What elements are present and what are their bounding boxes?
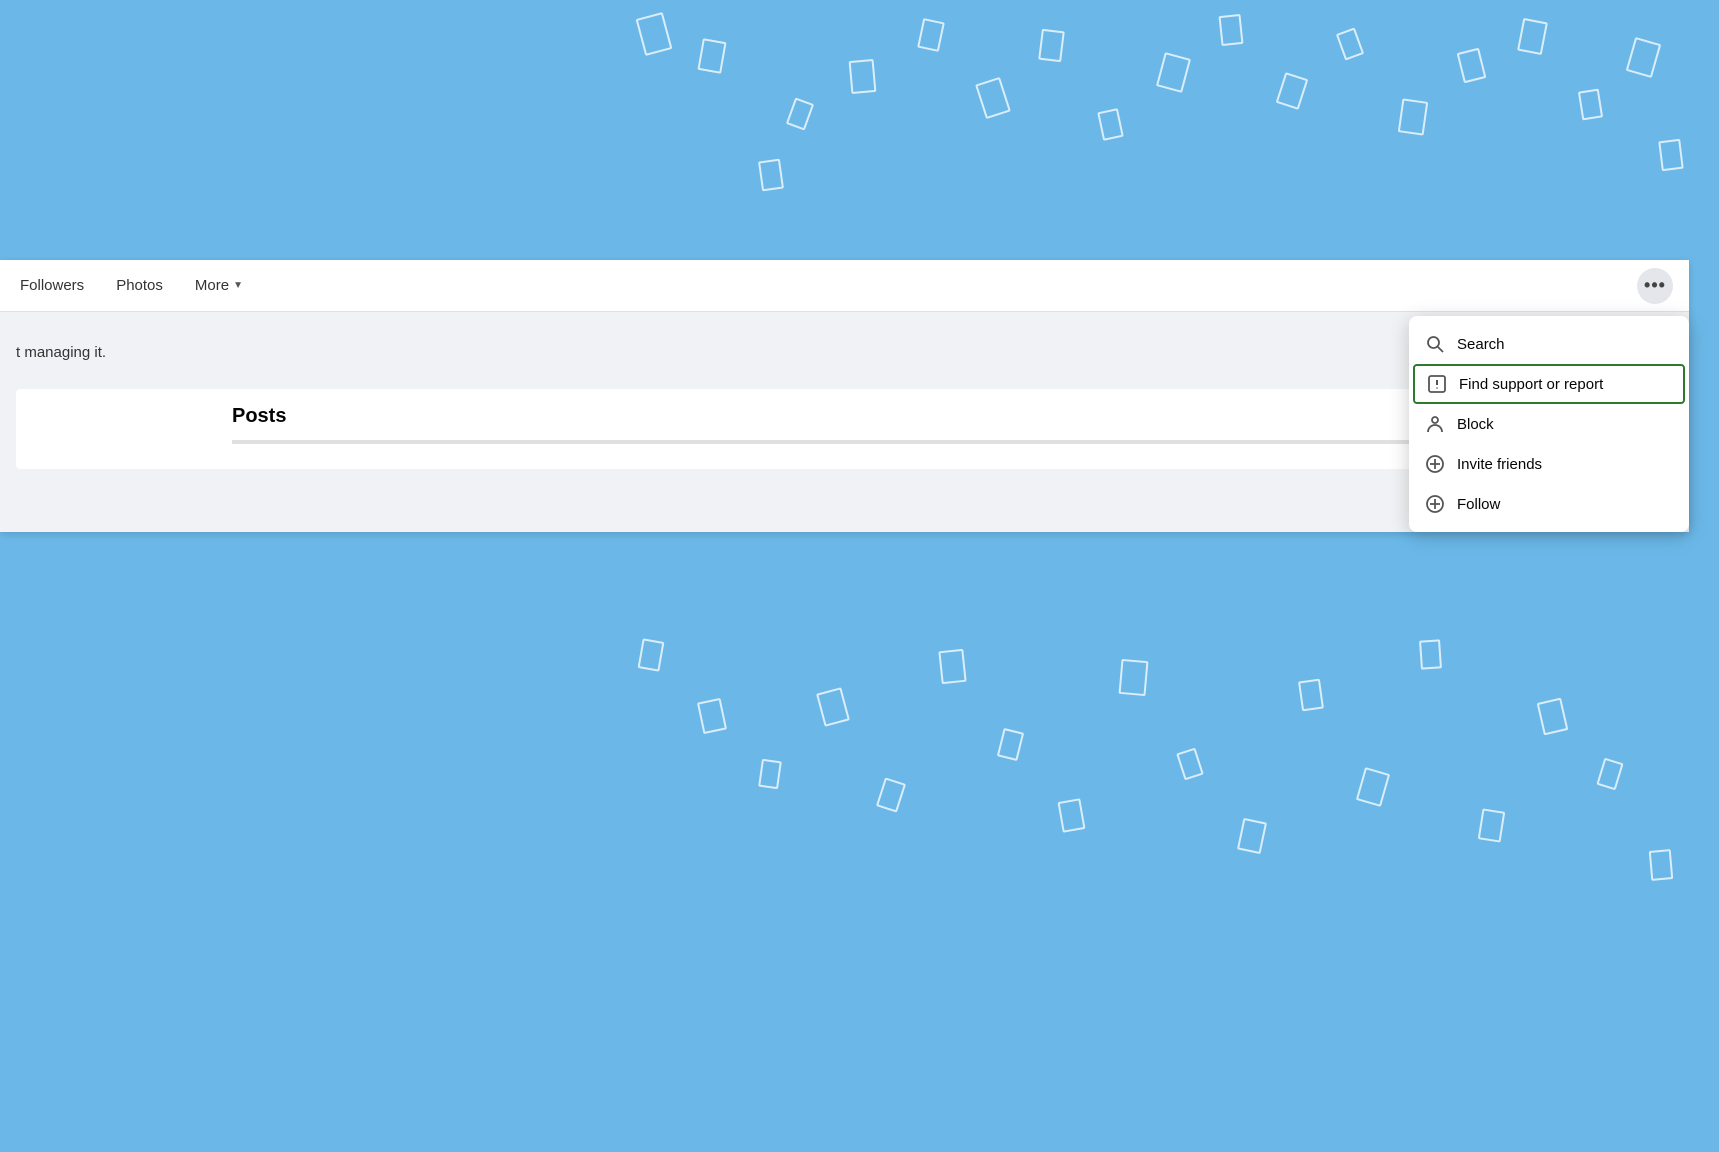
invite-icon xyxy=(1425,454,1445,474)
floating-rect xyxy=(1419,639,1442,669)
posts-sidebar xyxy=(16,389,216,469)
floating-rect xyxy=(1057,798,1085,833)
floating-rect xyxy=(1517,18,1548,55)
dropdown-item-block[interactable]: Block xyxy=(1409,404,1689,444)
floating-rect xyxy=(975,77,1011,119)
floating-rect xyxy=(849,59,877,94)
floating-rect xyxy=(1119,659,1149,696)
floating-rect xyxy=(938,649,966,684)
nav-item-more[interactable]: More ▼ xyxy=(191,260,247,312)
floating-rect xyxy=(1298,679,1324,712)
floating-rect xyxy=(1658,139,1683,171)
floating-rect xyxy=(1649,849,1674,881)
floating-rect xyxy=(1276,72,1309,110)
more-label: More xyxy=(195,277,229,294)
search-icon xyxy=(1425,334,1445,354)
nav-items: Followers Photos More ▼ xyxy=(16,260,1637,312)
floating-rect xyxy=(697,38,726,74)
block-icon xyxy=(1425,414,1445,434)
follow-label: Follow xyxy=(1457,496,1500,513)
floating-rect xyxy=(917,18,945,52)
floating-rect xyxy=(1218,14,1243,46)
floating-rect xyxy=(816,687,850,727)
more-arrow-icon: ▼ xyxy=(233,280,243,291)
invite-label: Invite friends xyxy=(1457,456,1542,473)
floating-rect xyxy=(1398,98,1428,135)
floating-rect xyxy=(638,638,665,671)
dropdown-item-invite[interactable]: Invite friends xyxy=(1409,444,1689,484)
three-dots-button[interactable]: ••• xyxy=(1637,268,1673,304)
floating-rect xyxy=(1626,37,1662,78)
nav-item-followers[interactable]: Followers xyxy=(16,260,88,312)
floating-rect xyxy=(876,777,906,812)
block-label: Block xyxy=(1457,416,1494,433)
dropdown-menu: Search Find support or report xyxy=(1409,316,1689,532)
floating-rect xyxy=(1336,27,1364,60)
find-support-label: Find support or report xyxy=(1459,376,1603,393)
nav-item-photos[interactable]: Photos xyxy=(112,260,167,312)
nav-bar: Followers Photos More ▼ ••• xyxy=(0,260,1689,312)
floating-rect xyxy=(786,97,814,130)
follow-icon xyxy=(1425,494,1445,514)
main-panel: Followers Photos More ▼ ••• xyxy=(0,260,1689,532)
dropdown-item-find-support[interactable]: Find support or report xyxy=(1413,364,1685,404)
dots-icon: ••• xyxy=(1644,275,1666,296)
floating-rect xyxy=(1478,808,1506,842)
dropdown-item-search[interactable]: Search xyxy=(1409,324,1689,364)
floating-rect xyxy=(758,159,784,192)
floating-rect xyxy=(697,698,727,734)
photos-label: Photos xyxy=(116,277,163,294)
floating-rect xyxy=(1156,52,1191,93)
floating-rect xyxy=(758,759,782,790)
report-icon xyxy=(1427,374,1447,394)
floating-rect xyxy=(997,728,1024,761)
floating-rect xyxy=(1457,48,1487,84)
dropdown-item-follow[interactable]: Follow xyxy=(1409,484,1689,524)
floating-rect xyxy=(636,12,673,56)
floating-rect xyxy=(1596,758,1623,791)
floating-rect xyxy=(1537,698,1569,736)
search-label: Search xyxy=(1457,336,1505,353)
floating-rect xyxy=(1578,89,1603,121)
floating-rect xyxy=(1356,767,1390,807)
floating-rect xyxy=(1237,818,1267,854)
floating-rect xyxy=(1097,108,1124,141)
floating-rect xyxy=(1038,29,1065,63)
floating-rect xyxy=(1176,748,1204,781)
followers-label: Followers xyxy=(20,277,84,294)
